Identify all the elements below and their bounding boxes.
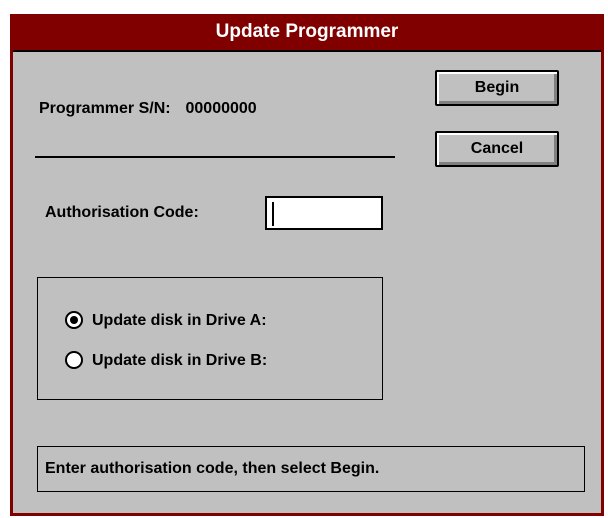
authorisation-code-input[interactable] xyxy=(265,196,383,230)
radio-drive-b[interactable]: Update disk in Drive B: xyxy=(65,350,365,372)
radio-drive-a-button[interactable] xyxy=(65,311,83,329)
text-cursor xyxy=(272,202,274,226)
cancel-button[interactable]: Cancel xyxy=(435,131,559,167)
serial-number-label: Programmer S/N: xyxy=(39,100,171,117)
update-programmer-dialog: Update Programmer Begin Cancel Programme… xyxy=(10,14,604,516)
radio-drive-a[interactable]: Update disk in Drive A: xyxy=(65,310,365,332)
dialog-title: Update Programmer xyxy=(13,14,601,52)
radio-selected-dot xyxy=(70,316,78,324)
drive-selection-group: Update disk in Drive A: Update disk in D… xyxy=(37,277,383,400)
begin-button[interactable]: Begin xyxy=(435,70,559,106)
serial-number-value: 00000000 xyxy=(185,100,257,117)
divider xyxy=(35,156,395,158)
authorisation-code-label: Authorisation Code: xyxy=(45,204,199,221)
status-bar: Enter authorisation code, then select Be… xyxy=(37,446,585,492)
radio-drive-a-label: Update disk in Drive A: xyxy=(92,312,267,329)
radio-drive-b-label: Update disk in Drive B: xyxy=(92,352,268,369)
radio-drive-b-button[interactable] xyxy=(65,351,83,369)
serial-number-row: Programmer S/N: 00000000 xyxy=(39,100,257,118)
